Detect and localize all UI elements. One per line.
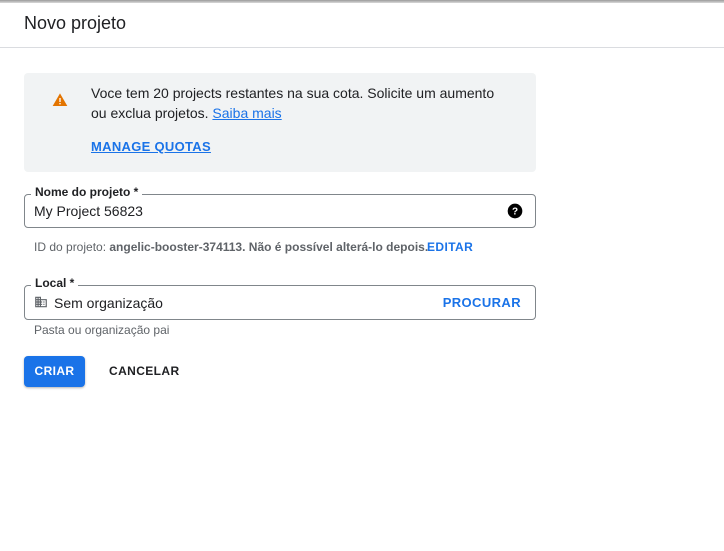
quota-notice: Voce tem 20 projects restantes na sua co… [24, 73, 536, 172]
notice-message: Voce tem 20 projects restantes na sua co… [91, 85, 495, 121]
edit-project-id-button[interactable]: EDITAR [427, 240, 473, 254]
location-label: Local * [31, 276, 79, 290]
manage-quotas-link[interactable]: MANAGE QUOTAS [91, 139, 211, 154]
svg-text:?: ? [512, 206, 518, 217]
project-id-value: angelic-booster-374113 [109, 240, 243, 254]
project-name-label: Nome do projeto * [31, 185, 143, 199]
page-title: Novo projeto [24, 13, 127, 33]
help-icon[interactable]: ? [507, 203, 523, 219]
location-value: Sem organização [54, 295, 163, 311]
notice-text: Voce tem 20 projects restantes na sua co… [91, 83, 511, 123]
organization-icon [35, 296, 47, 308]
project-id-suffix: . Não é possível alterá-lo depois. [242, 240, 429, 254]
cancel-button[interactable]: CANCELAR [100, 356, 189, 387]
location-field[interactable]: Local * Sem organização PROCURAR [24, 276, 536, 320]
project-id-prefix: ID do projeto: [34, 240, 110, 254]
dialog-header: Novo projeto [0, 3, 724, 48]
create-button[interactable]: CRIAR [24, 356, 85, 387]
project-name-input[interactable]: My Project 56823 [34, 203, 143, 219]
warning-icon [52, 93, 68, 106]
location-helper-text: Pasta ou organização pai [34, 323, 170, 337]
learn-more-link[interactable]: Saiba mais [212, 105, 281, 121]
project-name-field[interactable]: Nome do projeto * My Project 56823 ? [24, 185, 536, 228]
project-id-text: ID do projeto: angelic-booster-374113. N… [34, 240, 428, 254]
browse-button[interactable]: PROCURAR [443, 295, 521, 310]
